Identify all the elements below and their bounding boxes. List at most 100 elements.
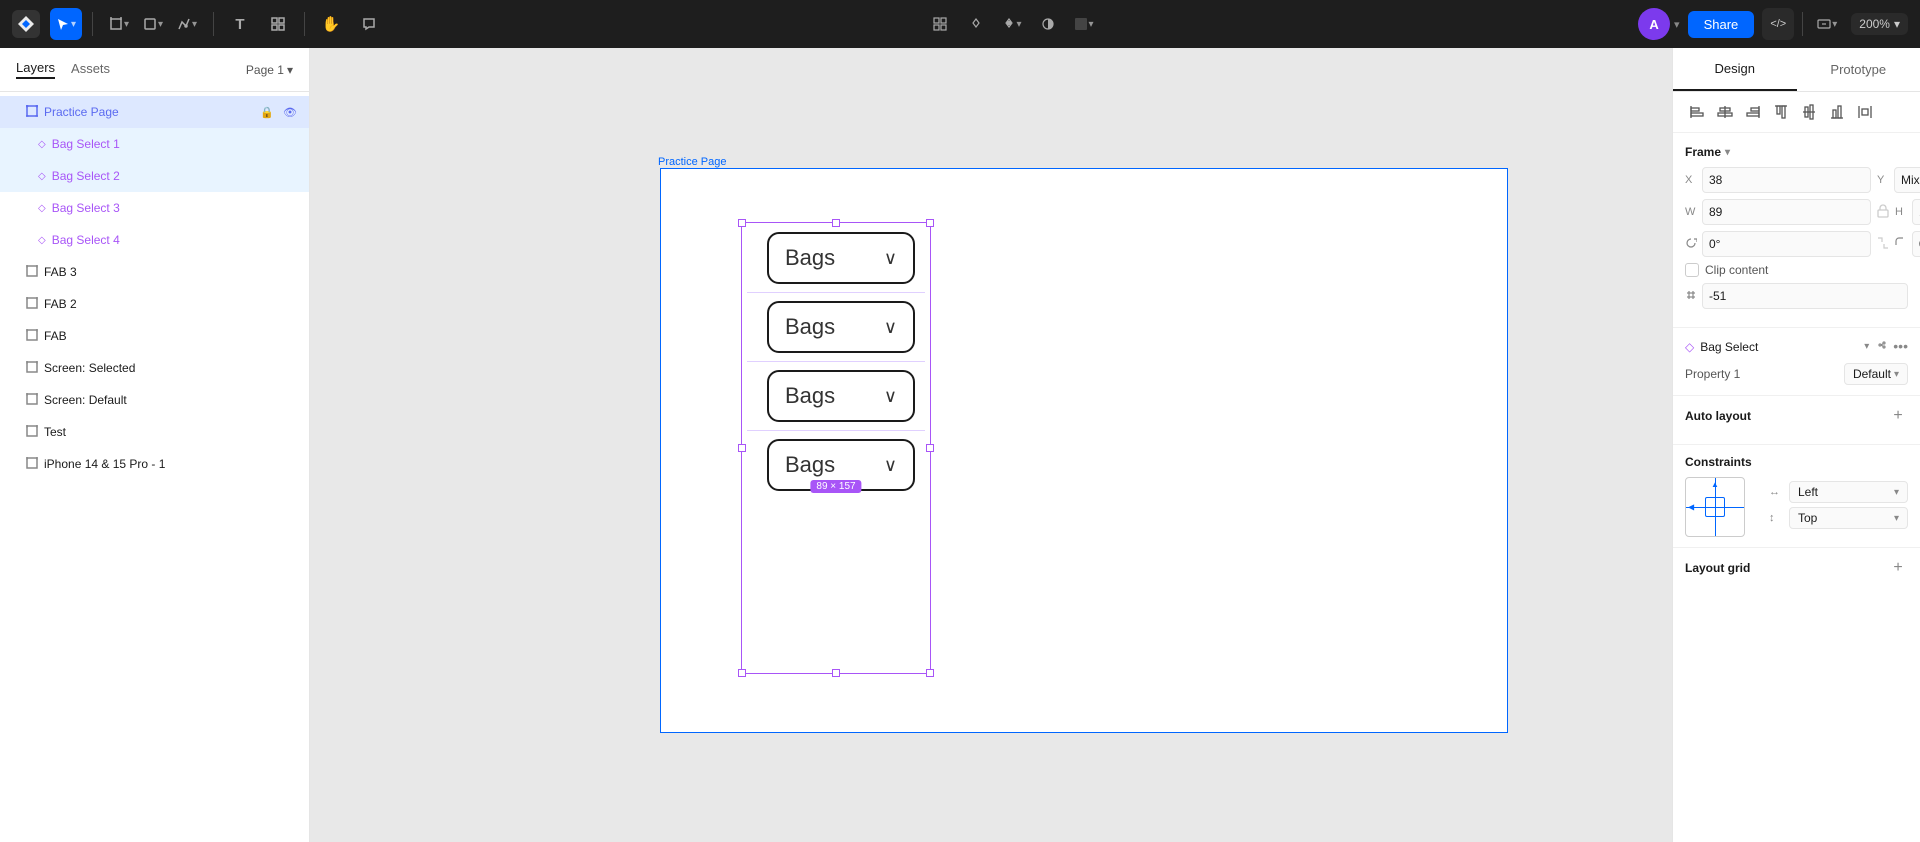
property-value[interactable]: Default ▾: [1844, 363, 1908, 385]
layer-item-bag-select-1[interactable]: ◇ Bag Select 1: [0, 128, 309, 160]
bag-dropdown-4[interactable]: Bags ∨ 89 × 157: [759, 439, 913, 491]
handle-br[interactable]: [926, 669, 934, 677]
component-diamond-icon: ◇: [1685, 340, 1694, 354]
page-selector[interactable]: Page 1 ▾: [246, 63, 293, 77]
user-dropdown-btn[interactable]: ▾: [1674, 18, 1680, 31]
app-logo[interactable]: [12, 10, 40, 38]
stroke-input[interactable]: [1702, 283, 1908, 309]
align-middle-v-btn[interactable]: [1797, 100, 1821, 124]
visibility-icon[interactable]: 👁: [283, 106, 297, 119]
layer-label-bag-select-2: Bag Select 2: [52, 169, 297, 183]
component-edit-icon[interactable]: [1875, 338, 1889, 355]
left-panel: Layers Assets Page 1 ▾ Practice Page 🔒 👁: [0, 48, 310, 842]
align-bottom-btn[interactable]: [1825, 100, 1849, 124]
v-constraint-value[interactable]: Top ▾: [1789, 507, 1908, 529]
clip-content-checkbox[interactable]: [1685, 263, 1699, 277]
layer-item-bag-select-4[interactable]: ◇ Bag Select 4: [0, 224, 309, 256]
contrast-tool-btn[interactable]: [1032, 8, 1064, 40]
bag-select-container[interactable]: Bags ∨ Bags ∨: [743, 224, 929, 672]
align-right-btn[interactable]: [1741, 100, 1765, 124]
auto-layout-add-btn[interactable]: +: [1888, 406, 1908, 426]
xy-row: X Y: [1685, 167, 1908, 193]
fill-tool-btn[interactable]: ▾: [1068, 8, 1100, 40]
layer-item-fab-2[interactable]: FAB 2: [0, 288, 309, 320]
bag-dropdown-3[interactable]: Bags ∨: [759, 370, 913, 422]
layer-item-fab-3[interactable]: FAB 3: [0, 256, 309, 288]
stroke-row: [1685, 283, 1908, 309]
align-tool-btn[interactable]: [960, 8, 992, 40]
tab-prototype[interactable]: Prototype: [1797, 48, 1920, 91]
h-constraint-icon: ↔: [1769, 486, 1785, 498]
comment-tool-btn[interactable]: [353, 8, 385, 40]
component-more-icon[interactable]: •••: [1893, 338, 1908, 355]
rotation-input[interactable]: [1702, 231, 1871, 257]
zoom-control[interactable]: 200% ▾: [1851, 13, 1908, 35]
radius-input[interactable]: [1912, 231, 1920, 257]
grid-tool-btn[interactable]: [924, 8, 956, 40]
bag-label-4: Bags: [785, 452, 835, 478]
layer-item-iphone[interactable]: iPhone 14 & 15 Pro - 1: [0, 448, 309, 480]
select-tools: ▾: [50, 8, 82, 40]
layer-label-practice-page: Practice Page: [44, 105, 254, 119]
user-avatar[interactable]: A: [1638, 8, 1670, 40]
layer-item-screen-default[interactable]: Screen: Default: [0, 384, 309, 416]
handle-tr[interactable]: [926, 219, 934, 227]
canvas-area[interactable]: Practice Page: [310, 48, 1672, 842]
canvas-frame[interactable]: Bags ∨ Bags ∨: [660, 168, 1508, 733]
layer-item-bag-select-2[interactable]: ◇ Bag Select 2: [0, 160, 309, 192]
layer-label-iphone: iPhone 14 & 15 Pro - 1: [44, 457, 297, 471]
responsive-btn[interactable]: ▾: [1811, 8, 1843, 40]
bag-label-2: Bags: [785, 314, 835, 340]
code-view-btn[interactable]: </>: [1762, 8, 1794, 40]
shape-tool-btn[interactable]: ▾: [137, 8, 169, 40]
align-center-h-btn[interactable]: [1713, 100, 1737, 124]
tab-design[interactable]: Design: [1673, 48, 1797, 91]
share-button[interactable]: Share: [1688, 11, 1755, 38]
layer-item-fab[interactable]: FAB: [0, 320, 309, 352]
layer-label-fab-2: FAB 2: [44, 297, 297, 311]
frame-tool-btn[interactable]: ▾: [103, 8, 135, 40]
align-left-btn[interactable]: [1685, 100, 1709, 124]
handle-tl[interactable]: [738, 219, 746, 227]
align-top-btn[interactable]: [1769, 100, 1793, 124]
layer-item-bag-select-3[interactable]: ◇ Bag Select 3: [0, 192, 309, 224]
component-dropdown-icon[interactable]: ▾: [1864, 341, 1869, 352]
h-constraint-value[interactable]: Left ▾: [1789, 481, 1908, 503]
lock-aspect-icon[interactable]: [1877, 204, 1889, 221]
x-input[interactable]: [1702, 167, 1871, 193]
h-input[interactable]: [1912, 199, 1920, 225]
y-input[interactable]: [1894, 167, 1920, 193]
handle-bm[interactable]: [832, 669, 840, 677]
bag-dropdown-1[interactable]: Bags ∨: [759, 232, 913, 284]
handle-tm[interactable]: [832, 219, 840, 227]
component-tool-btn[interactable]: [262, 8, 294, 40]
v-constraint-dropdown: ▾: [1894, 513, 1899, 524]
bag-dropdown-2[interactable]: Bags ∨: [759, 301, 913, 353]
layer-item-screen-selected[interactable]: Screen: Selected: [0, 352, 309, 384]
layer-item-practice-page[interactable]: Practice Page 🔒 👁: [0, 96, 309, 128]
frame-dropdown-icon[interactable]: ▾: [1725, 147, 1730, 158]
frame-icon-fab: [26, 329, 38, 344]
bag-dropdown-display-2[interactable]: Bags ∨: [767, 301, 915, 353]
corner-lock-icon[interactable]: [1877, 237, 1889, 252]
right-panel-tabs: Design Prototype: [1673, 48, 1920, 92]
tab-layers[interactable]: Layers: [16, 60, 55, 79]
handle-bl[interactable]: [738, 669, 746, 677]
paint-tool-btn[interactable]: ▾: [996, 8, 1028, 40]
bag-dropdown-display-3[interactable]: Bags ∨: [767, 370, 915, 422]
layer-label-test: Test: [44, 425, 297, 439]
layout-grid-add-btn[interactable]: +: [1888, 558, 1908, 578]
bag-dropdown-display-1[interactable]: Bags ∨: [767, 232, 915, 284]
text-tool-btn[interactable]: T: [224, 8, 256, 40]
radius-field-group: [1895, 231, 1920, 257]
handle-ml[interactable]: [738, 444, 746, 452]
tab-assets[interactable]: Assets: [71, 61, 110, 78]
hand-tool-btn[interactable]: ✋: [315, 8, 347, 40]
select-tool-btn[interactable]: ▾: [50, 8, 82, 40]
pen-tool-btn[interactable]: ▾: [171, 8, 203, 40]
layer-item-test[interactable]: Test: [0, 416, 309, 448]
frame-icon: [26, 105, 38, 120]
w-input[interactable]: [1702, 199, 1871, 225]
distribute-btn[interactable]: [1853, 100, 1877, 124]
handle-mr[interactable]: [926, 444, 934, 452]
